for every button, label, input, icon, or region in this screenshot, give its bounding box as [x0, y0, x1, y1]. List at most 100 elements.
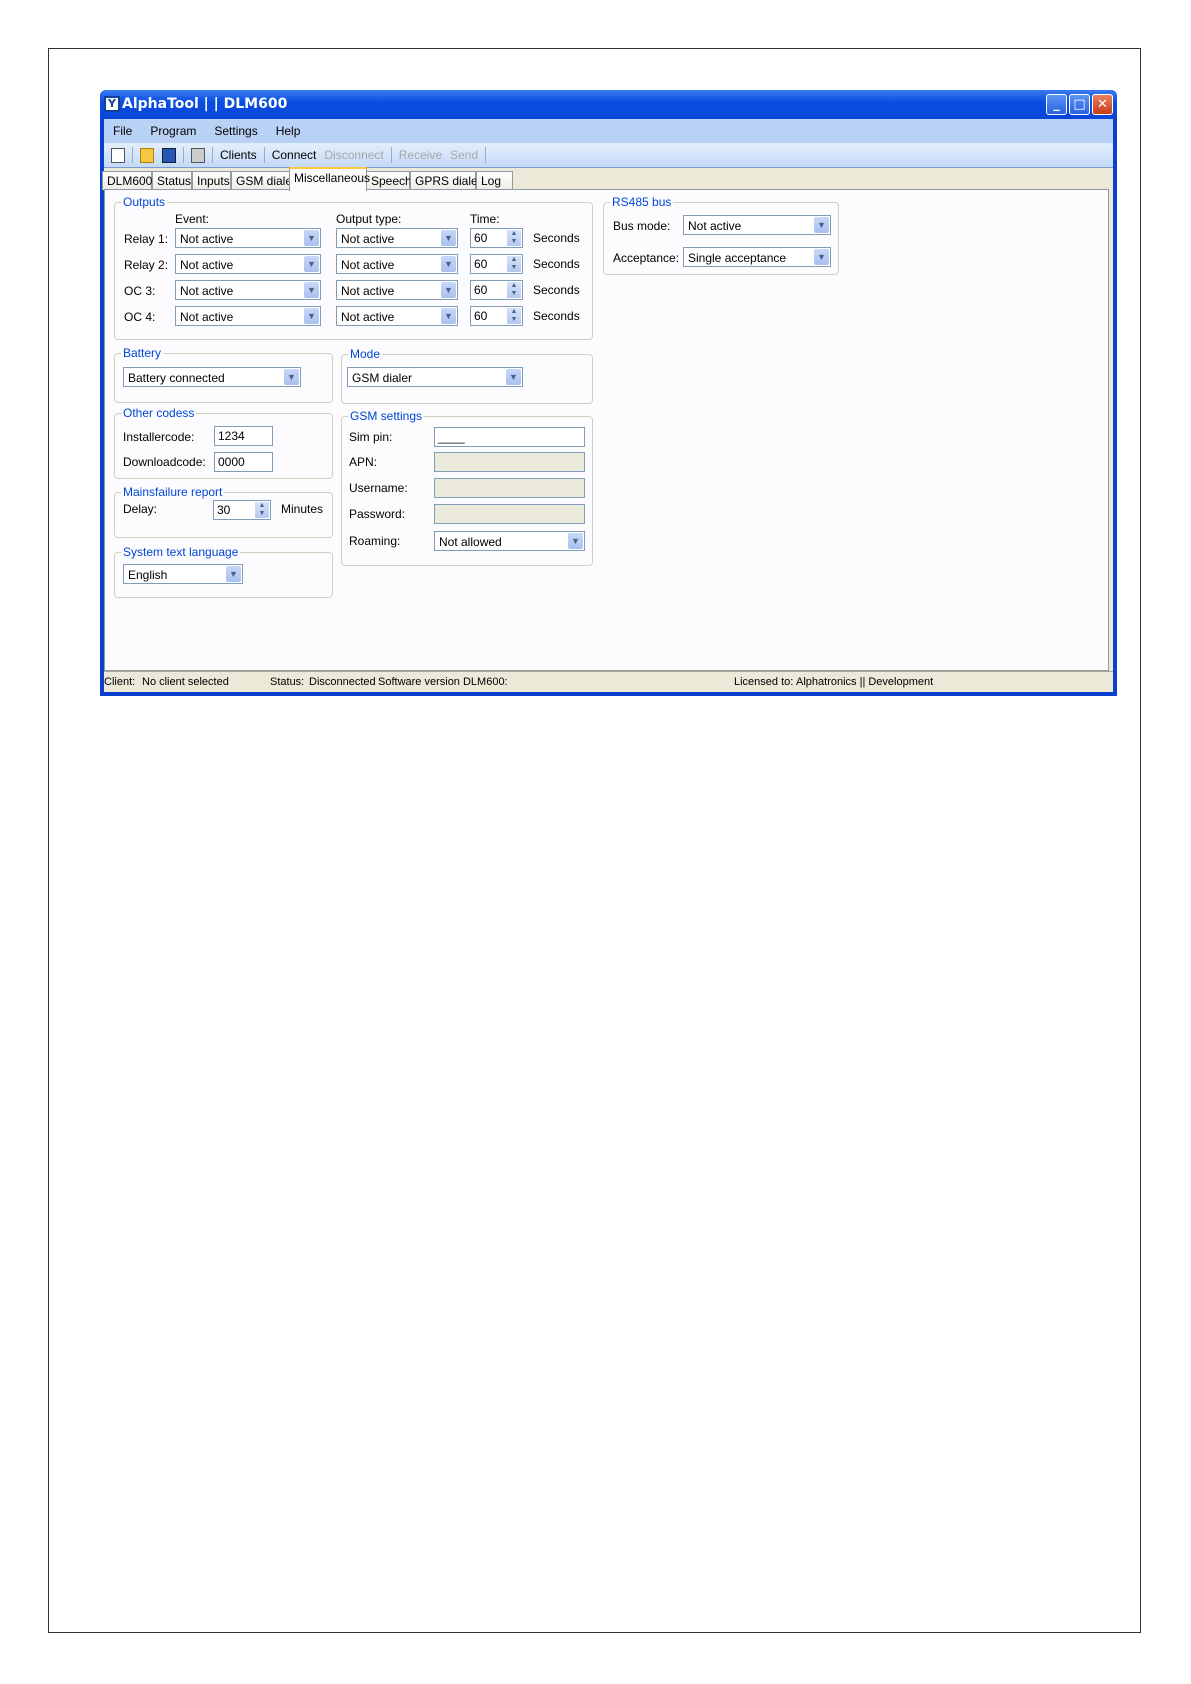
output-type-select[interactable]: Not active ▼ [336, 254, 458, 274]
menu-bar: File Program Settings Help [104, 119, 1113, 143]
menu-program[interactable]: Program [150, 124, 196, 138]
language-select[interactable]: English ▼ [123, 564, 243, 584]
mode-legend: Mode [348, 347, 383, 361]
event-select[interactable]: Not active ▼ [175, 228, 321, 248]
output-label: OC 4: [124, 310, 156, 324]
tab-dlm600[interactable]: DLM600 [102, 171, 152, 190]
simpin-label: Sim pin: [349, 430, 393, 444]
separator [263, 147, 265, 163]
miscellaneous-panel: Outputs Event: Output type: Time: Relay … [104, 189, 1109, 671]
separator [132, 147, 133, 163]
tab-gprs-dialer[interactable]: GPRS dialer [410, 171, 482, 190]
chevron-down-icon: ▼ [441, 308, 456, 324]
chevron-down-icon: ▼ [814, 249, 829, 265]
spin-arrows-icon[interactable]: ▲ ▼ [507, 256, 521, 272]
menu-settings[interactable]: Settings [214, 124, 257, 138]
menu-help[interactable]: Help [276, 124, 301, 138]
spin-arrows-icon[interactable]: ▲ ▼ [255, 502, 269, 518]
simpin-input[interactable]: ____ [434, 427, 585, 447]
time-spinner[interactable]: 60 ▲ ▼ [470, 306, 523, 326]
time-value: 60 [474, 283, 488, 297]
delay-value: 30 [217, 503, 231, 517]
delay-label: Delay: [123, 502, 158, 516]
minimize-button[interactable]: _ [1046, 94, 1067, 115]
spin-arrows-icon[interactable]: ▲ ▼ [507, 308, 521, 324]
password-input[interactable] [434, 504, 585, 524]
output-type-select[interactable]: Not active ▼ [336, 280, 458, 300]
separator [212, 147, 213, 163]
client-value: No client selected [142, 676, 229, 688]
busmode-label: Bus mode: [613, 219, 671, 233]
time-spinner[interactable]: 60 ▲ ▼ [470, 280, 523, 300]
tab-miscellaneous[interactable]: Miscellaneous [289, 167, 370, 191]
installercode-input[interactable]: 1234 [214, 426, 273, 446]
close-button[interactable]: ✕ [1092, 94, 1113, 115]
tab-inputs[interactable]: Inputs [192, 171, 231, 190]
apn-label: APN: [349, 455, 378, 469]
tab-speech[interactable]: Speech [366, 171, 412, 190]
password-label: Password: [349, 507, 406, 521]
mode-select[interactable]: GSM dialer ▼ [347, 367, 523, 387]
event-header: Event: [175, 212, 210, 226]
toolbar: Clients Connect Disconnect Receive Send [104, 143, 1113, 168]
chevron-down-icon: ▼ [441, 256, 456, 272]
gsm-settings-legend: GSM settings [348, 409, 425, 423]
title-bar[interactable]: Y AlphaTool | | DLM600 _ □ ✕ [100, 90, 1117, 119]
time-header: Time: [470, 212, 500, 226]
username-label: Username: [349, 481, 408, 495]
disconnect-button[interactable]: Disconnect [324, 148, 383, 162]
new-file-icon[interactable] [111, 147, 125, 163]
open-folder-icon[interactable] [140, 147, 154, 163]
receive-button[interactable]: Receive [399, 148, 442, 162]
time-value: 60 [474, 309, 488, 323]
menu-file[interactable]: File [113, 124, 132, 138]
downloadcode-label: Downloadcode: [123, 455, 206, 469]
apn-input[interactable] [434, 452, 585, 472]
separator [485, 147, 487, 163]
send-button[interactable]: Send [450, 148, 478, 162]
output-type-select[interactable]: Not active ▼ [336, 228, 458, 248]
app-window: Y AlphaTool | | DLM600 _ □ ✕ File Progra… [100, 90, 1117, 696]
event-select[interactable]: Not active ▼ [175, 306, 321, 326]
clients-button[interactable]: Clients [220, 148, 257, 162]
tab-gsm-dialer[interactable]: GSM dialer [231, 171, 296, 190]
print-icon[interactable] [191, 147, 205, 163]
chevron-down-icon: ▼ [284, 369, 299, 385]
tab-status[interactable]: Status [152, 171, 192, 190]
connect-button[interactable]: Connect [272, 148, 317, 162]
seconds-label: Seconds [533, 283, 580, 297]
language-value: English [128, 568, 168, 582]
minutes-label: Minutes [281, 502, 324, 516]
delay-spinner[interactable]: 30 ▲ ▼ [213, 500, 271, 520]
separator [390, 147, 392, 163]
output-type-value: Not active [341, 232, 395, 246]
downloadcode-input[interactable]: 0000 [214, 452, 273, 472]
event-select[interactable]: Not active ▼ [175, 280, 321, 300]
username-input[interactable] [434, 478, 585, 498]
time-spinner[interactable]: 60 ▲ ▼ [470, 228, 523, 248]
time-spinner[interactable]: 60 ▲ ▼ [470, 254, 523, 274]
spin-arrows-icon[interactable]: ▲ ▼ [507, 282, 521, 298]
software-version: Software version DLM600: [378, 676, 508, 688]
battery-select[interactable]: Battery connected ▼ [123, 367, 301, 387]
battery-legend: Battery [121, 346, 164, 360]
acceptance-select[interactable]: Single acceptance ▼ [683, 247, 831, 267]
chevron-down-icon: ▼ [226, 566, 241, 582]
event-select[interactable]: Not active ▼ [175, 254, 321, 274]
output-type-select[interactable]: Not active ▼ [336, 306, 458, 326]
client-label: Client: [104, 676, 136, 688]
busmode-select[interactable]: Not active ▼ [683, 215, 831, 235]
rs485-legend: RS485 bus [610, 195, 674, 209]
roaming-select[interactable]: Not allowed ▼ [434, 531, 585, 551]
chevron-down-icon: ▼ [568, 533, 583, 549]
spin-arrows-icon[interactable]: ▲ ▼ [507, 230, 521, 246]
language-legend: System text language [121, 545, 241, 559]
time-value: 60 [474, 257, 488, 271]
installercode-label: Installercode: [123, 430, 195, 444]
tab-log[interactable]: Log [476, 171, 513, 190]
maximize-button[interactable]: □ [1069, 94, 1090, 115]
chevron-down-icon: ▼ [814, 217, 829, 233]
separator [183, 147, 184, 163]
output-type-header: Output type: [336, 212, 402, 226]
save-icon[interactable] [162, 147, 176, 163]
